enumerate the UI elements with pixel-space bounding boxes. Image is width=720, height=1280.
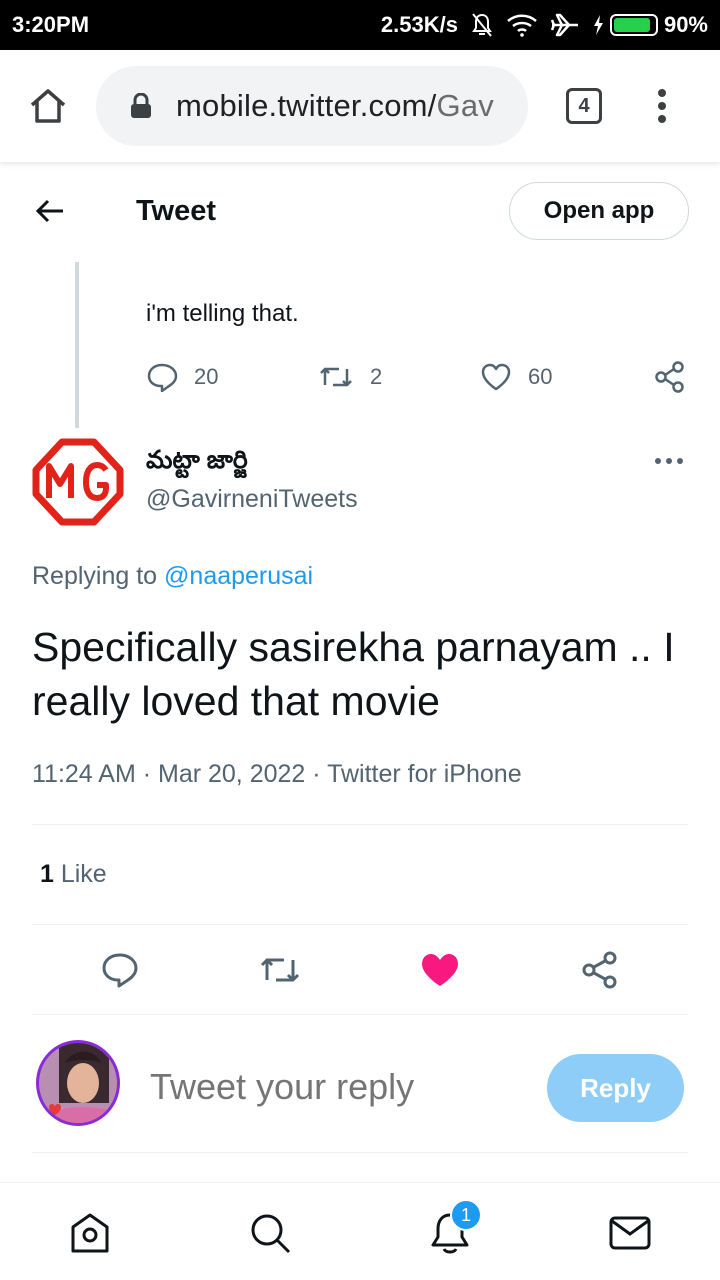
- share-icon: [582, 951, 617, 989]
- bottom-navigation: 1: [0, 1182, 720, 1280]
- heart-outline-icon: [481, 363, 511, 391]
- address-bar[interactable]: mobile.twitter.com/Gav: [96, 66, 528, 146]
- notification-badge: 1: [450, 1199, 482, 1231]
- tweet-text: Specifically sasirekha parnayam .. I rea…: [32, 624, 675, 724]
- user-photo: [39, 1043, 117, 1123]
- mg-logo: [32, 438, 124, 526]
- reply-input[interactable]: [150, 1066, 530, 1108]
- tweet-more-button[interactable]: [646, 446, 692, 476]
- airplane-icon: [550, 12, 580, 38]
- lock-icon: [131, 93, 151, 118]
- thread-connector: [75, 262, 79, 428]
- url-path: Gav: [436, 88, 494, 123]
- home-icon: [71, 1213, 109, 1253]
- like-count: 1: [40, 860, 54, 888]
- search-icon: [251, 1214, 291, 1254]
- user-avatar[interactable]: [36, 1040, 120, 1126]
- messages-icon: [609, 1216, 651, 1250]
- browser-menu-button[interactable]: [622, 50, 702, 162]
- retweet-icon: [260, 958, 300, 982]
- parent-like-button[interactable]: 60: [480, 356, 552, 398]
- retweet-button[interactable]: [254, 944, 306, 996]
- battery-fill: [613, 18, 650, 32]
- heart-filled-icon: [422, 954, 458, 986]
- tweet-header: Tweet Open app: [0, 162, 720, 260]
- home-outline-icon: [30, 89, 66, 123]
- parent-tweet-actions: 20 2 60: [146, 356, 690, 398]
- tab-count: 4: [566, 88, 602, 124]
- divider: [32, 824, 688, 825]
- status-time: 3:20PM: [12, 12, 90, 37]
- back-button[interactable]: [0, 162, 100, 260]
- battery-icon: [609, 14, 658, 36]
- parent-like-count: 60: [528, 364, 553, 389]
- replying-to-link[interactable]: @naaperusai: [164, 562, 313, 590]
- url-domain: mobile.twitter.com/: [176, 88, 437, 123]
- like-button[interactable]: [414, 944, 466, 996]
- reply-submit-button[interactable]: Reply: [547, 1054, 684, 1122]
- battery-indicator: 90%: [592, 12, 708, 38]
- battery-percent: 90%: [663, 12, 708, 37]
- replying-to-label: Replying to: [32, 562, 165, 590]
- network-speed: 2.53K/s: [380, 12, 458, 37]
- nav-messages[interactable]: [604, 1207, 656, 1259]
- tweet-action-bar: [32, 944, 688, 996]
- mute-icon: [470, 12, 494, 38]
- tweet-timestamp[interactable]: 11:24 AM · Mar 20, 2022 · Twitter for iP…: [32, 760, 522, 789]
- author-avatar[interactable]: [32, 438, 124, 526]
- reply-icon: [147, 363, 178, 392]
- status-icons: 2.53K/s 90%: [381, 12, 708, 38]
- divider: [32, 1014, 688, 1015]
- parent-retweet-button[interactable]: 2: [318, 356, 382, 398]
- parent-reply-button[interactable]: 20: [146, 356, 218, 398]
- browser-home-button[interactable]: [0, 50, 96, 162]
- open-app-button[interactable]: Open app: [509, 182, 689, 240]
- reply-button[interactable]: [94, 944, 146, 996]
- like-count-label: Like: [53, 860, 107, 888]
- retweet-icon: [320, 367, 352, 387]
- nav-home[interactable]: [64, 1207, 116, 1259]
- more-horizontal-icon: [655, 458, 683, 464]
- wifi-icon: [506, 13, 538, 37]
- parent-retweet-count: 2: [370, 364, 383, 389]
- divider: [32, 924, 688, 925]
- url-text: mobile.twitter.com/Gav: [176, 88, 494, 124]
- share-icon: [655, 361, 684, 393]
- nav-search[interactable]: [244, 1207, 296, 1259]
- share-button[interactable]: [574, 944, 626, 996]
- parent-tweet-text[interactable]: i'm telling that.: [146, 300, 299, 328]
- reply-icon: [102, 953, 138, 988]
- status-bar: 3:20PM 2.53K/s 90%: [0, 0, 720, 50]
- divider: [32, 1152, 688, 1153]
- browser-toolbar: mobile.twitter.com/Gav 4: [0, 50, 720, 162]
- page-title: Tweet: [136, 194, 217, 227]
- charging-icon: [592, 14, 604, 36]
- like-count-link[interactable]: 1 Like: [40, 860, 107, 889]
- back-arrow-icon: [35, 199, 63, 223]
- parent-reply-count: 20: [194, 364, 219, 389]
- author-handle[interactable]: @GavirneniTweets: [146, 485, 358, 514]
- tab-switcher-button[interactable]: 4: [546, 50, 622, 162]
- parent-share-button[interactable]: [654, 356, 686, 398]
- replying-to: Replying to @naaperusai: [32, 562, 313, 591]
- more-vertical-icon: [658, 89, 666, 123]
- author-name[interactable]: మట్టా జార్జి: [146, 446, 248, 481]
